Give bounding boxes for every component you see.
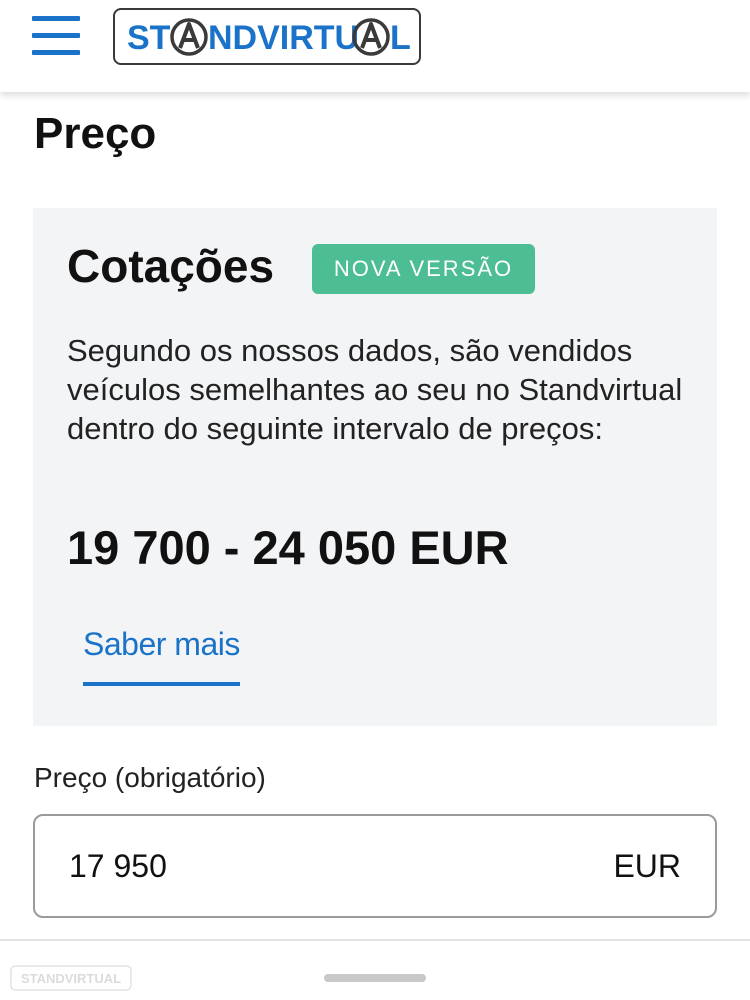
card-title: Cotações [67, 240, 275, 292]
svg-text:L: L [390, 19, 411, 57]
standvirtual-logo[interactable]: ST NDVIRTU L [113, 8, 421, 65]
new-version-badge: NOVA VERSÃO [312, 244, 535, 294]
svg-text:STANDVIRTUAL: STANDVIRTUAL [21, 971, 121, 986]
bottom-divider [0, 939, 750, 941]
card-description: Segundo os nossos dados, são vendidos ve… [67, 333, 683, 446]
svg-text:ST: ST [127, 19, 171, 57]
watermark-wordmark: STANDVIRTUAL [10, 965, 132, 991]
menu-bar-bottom [32, 50, 80, 55]
page-title: Preço [34, 109, 157, 158]
menu-bar-middle [32, 33, 80, 38]
price-field[interactable]: EUR [33, 814, 717, 918]
menu-bar-top [32, 16, 80, 21]
hamburger-menu-icon[interactable] [32, 14, 80, 58]
price-range: 19 700 - 24 050 EUR [67, 521, 509, 574]
watermark-logo: STANDVIRTUAL [10, 965, 132, 996]
price-input[interactable] [69, 840, 569, 892]
learn-more-link[interactable]: Saber mais [83, 622, 240, 686]
svg-text:NDVIRTU: NDVIRTU [208, 19, 359, 57]
currency-suffix: EUR [613, 848, 681, 884]
home-indicator[interactable] [324, 974, 426, 982]
top-header: ST NDVIRTU L [0, 0, 750, 92]
logo-wordmark: ST NDVIRTU L [127, 17, 411, 57]
price-field-label: Preço (obrigatório) [34, 762, 266, 793]
price-quote-card: Cotações NOVA VERSÃO Segundo os nossos d… [33, 208, 717, 726]
